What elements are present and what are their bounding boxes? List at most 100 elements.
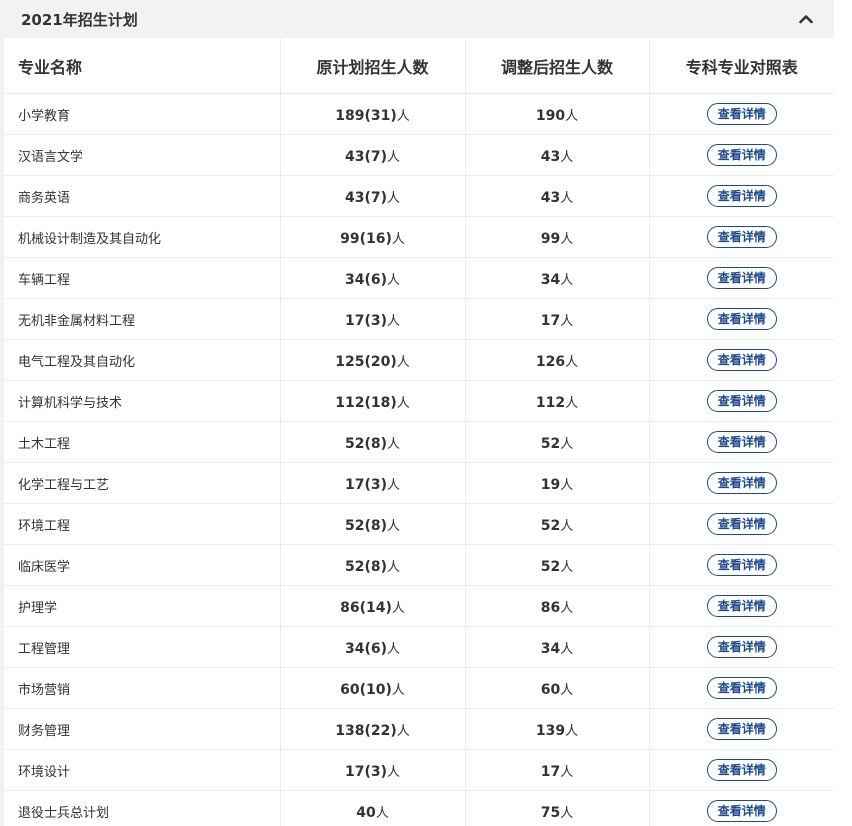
view-details-button[interactable]: 查看详情 xyxy=(706,185,777,207)
unit-label: 人 xyxy=(387,518,401,534)
table-row: 商务英语 43(7)人 43人 查看详情 xyxy=(4,175,834,217)
original-count-cell: 125(20)人 xyxy=(279,339,465,381)
view-details-button[interactable]: 查看详情 xyxy=(706,800,777,822)
header-major: 专业名称 xyxy=(4,38,280,94)
unit-label: 人 xyxy=(396,354,410,370)
major-name: 无机非金属材料工程 xyxy=(4,298,280,340)
view-details-button[interactable]: 查看详情 xyxy=(706,267,777,289)
detail-cell: 查看详情 xyxy=(648,708,834,750)
table-row: 电气工程及其自动化 125(20)人 126人 查看详情 xyxy=(4,339,834,381)
panel-header[interactable]: 2021年招生计划 xyxy=(0,0,834,38)
table-header-row: 专业名称 原计划招生人数 调整后招生人数 专科专业对照表 xyxy=(4,38,834,94)
header-adjusted-count: 调整后招生人数 xyxy=(464,38,649,94)
table-row: 退役士兵总计划 40人 75人 查看详情 xyxy=(4,790,834,826)
original-count: 52(8) xyxy=(344,517,387,534)
unit-label: 人 xyxy=(560,272,574,288)
original-count-cell: 43(7)人 xyxy=(279,134,465,176)
adjusted-count-cell: 99人 xyxy=(464,216,649,258)
detail-cell: 查看详情 xyxy=(648,134,834,176)
view-details-button[interactable]: 查看详情 xyxy=(706,349,777,371)
major-name: 财务管理 xyxy=(4,708,280,750)
adjusted-count: 34 xyxy=(540,640,561,657)
adjusted-count-cell: 86人 xyxy=(464,585,649,627)
adjusted-count-cell: 17人 xyxy=(464,749,649,791)
view-details-button[interactable]: 查看详情 xyxy=(706,513,777,535)
adjusted-count: 112 xyxy=(535,394,566,411)
original-count: 99(16) xyxy=(340,230,392,247)
view-details-button[interactable]: 查看详情 xyxy=(706,636,777,658)
original-count-cell: 86(14)人 xyxy=(279,585,465,627)
adjusted-count: 52 xyxy=(540,435,561,452)
adjusted-count: 52 xyxy=(540,558,561,575)
detail-cell: 查看详情 xyxy=(648,216,834,258)
unit-label: 人 xyxy=(387,477,401,493)
major-name: 市场营销 xyxy=(4,667,280,709)
unit-label: 人 xyxy=(565,108,579,124)
view-details-button[interactable]: 查看详情 xyxy=(706,226,777,248)
adjusted-count: 190 xyxy=(535,107,566,124)
detail-cell: 查看详情 xyxy=(648,503,834,545)
adjusted-count: 99 xyxy=(540,230,561,247)
view-details-button[interactable]: 查看详情 xyxy=(706,390,777,412)
view-details-button[interactable]: 查看详情 xyxy=(706,718,777,740)
adjusted-count-cell: 19人 xyxy=(464,462,649,504)
detail-cell: 查看详情 xyxy=(648,544,834,586)
original-count-cell: 60(10)人 xyxy=(279,667,465,709)
adjusted-count-cell: 139人 xyxy=(464,708,649,750)
detail-cell: 查看详情 xyxy=(648,380,834,422)
table-row: 车辆工程 34(6) 人 34人 查看详情 xyxy=(4,257,834,299)
major-name: 工程管理 xyxy=(4,626,280,668)
adjusted-count-cell: 43人 xyxy=(464,175,649,217)
major-name: 车辆工程 xyxy=(4,257,280,299)
view-details-button[interactable]: 查看详情 xyxy=(706,472,777,494)
view-details-button[interactable]: 查看详情 xyxy=(706,308,777,330)
chevron-up-icon[interactable] xyxy=(798,11,814,27)
view-details-button[interactable]: 查看详情 xyxy=(706,677,777,699)
view-details-button[interactable]: 查看详情 xyxy=(706,431,777,453)
adjusted-count: 86 xyxy=(540,599,561,616)
enrollment-plan-panel: 2021年招生计划 专业名称 原计划招生人数 调整后招生人数 专科专业对照表 小… xyxy=(0,0,834,826)
view-details-button[interactable]: 查看详情 xyxy=(706,144,777,166)
unit-label: 人 xyxy=(387,559,401,575)
detail-cell: 查看详情 xyxy=(648,749,834,791)
table-row: 临床医学 52(8)人 52人 查看详情 xyxy=(4,544,834,586)
view-details-button[interactable]: 查看详情 xyxy=(706,103,777,125)
original-count: 34(6) xyxy=(344,640,387,657)
original-count: 86(14) xyxy=(340,599,392,616)
original-count-cell: 17(3)人 xyxy=(279,298,465,340)
adjusted-count-cell: 17人 xyxy=(464,298,649,340)
unit-label: 人 xyxy=(560,436,574,452)
adjusted-count: 34 xyxy=(540,271,561,288)
unit-label: 人 xyxy=(391,682,405,698)
table-row: 财务管理 138(22)人 139人 查看详情 xyxy=(4,708,834,750)
table-row: 环境工程 52(8)人 52人 查看详情 xyxy=(4,503,834,545)
original-count: 34(6) xyxy=(344,271,387,288)
unit-label: 人 xyxy=(560,805,574,821)
adjusted-count: 75 xyxy=(540,804,561,821)
enrollment-table-container: 专业名称 原计划招生人数 调整后招生人数 专科专业对照表 小学教育 189(31)… xyxy=(4,38,834,826)
table-row: 计算机科学与技术 112(18)人 112人 查看详情 xyxy=(4,380,834,422)
unit-label: 人 xyxy=(560,641,574,657)
unit-label: 人 xyxy=(391,600,405,616)
view-details-button[interactable]: 查看详情 xyxy=(706,554,777,576)
table-row: 机械设计制造及其自动化 99(16)人 99人 查看详情 xyxy=(4,216,834,258)
major-name: 土木工程 xyxy=(4,421,280,463)
adjusted-count-cell: 75人 xyxy=(464,790,649,826)
original-count: 125(20) xyxy=(335,353,397,370)
unit-label: 人 xyxy=(560,149,574,165)
detail-cell: 查看详情 xyxy=(648,462,834,504)
view-details-button[interactable]: 查看详情 xyxy=(706,759,777,781)
adjusted-count-cell: 190人 xyxy=(464,93,649,135)
original-count: 43(7) xyxy=(344,148,387,165)
adjusted-count-cell: 34人 xyxy=(464,257,649,299)
unit-label: 人 xyxy=(560,477,574,493)
original-count: 52(8) xyxy=(344,435,387,452)
adjusted-count-cell: 52人 xyxy=(464,544,649,586)
view-details-button[interactable]: 查看详情 xyxy=(706,595,777,617)
major-name: 环境工程 xyxy=(4,503,280,545)
original-count: 43(7) xyxy=(344,189,387,206)
unit-label: 人 xyxy=(387,764,401,780)
enrollment-table: 专业名称 原计划招生人数 调整后招生人数 专科专业对照表 小学教育 189(31)… xyxy=(4,38,834,826)
adjusted-count: 19 xyxy=(540,476,561,493)
detail-cell: 查看详情 xyxy=(648,175,834,217)
